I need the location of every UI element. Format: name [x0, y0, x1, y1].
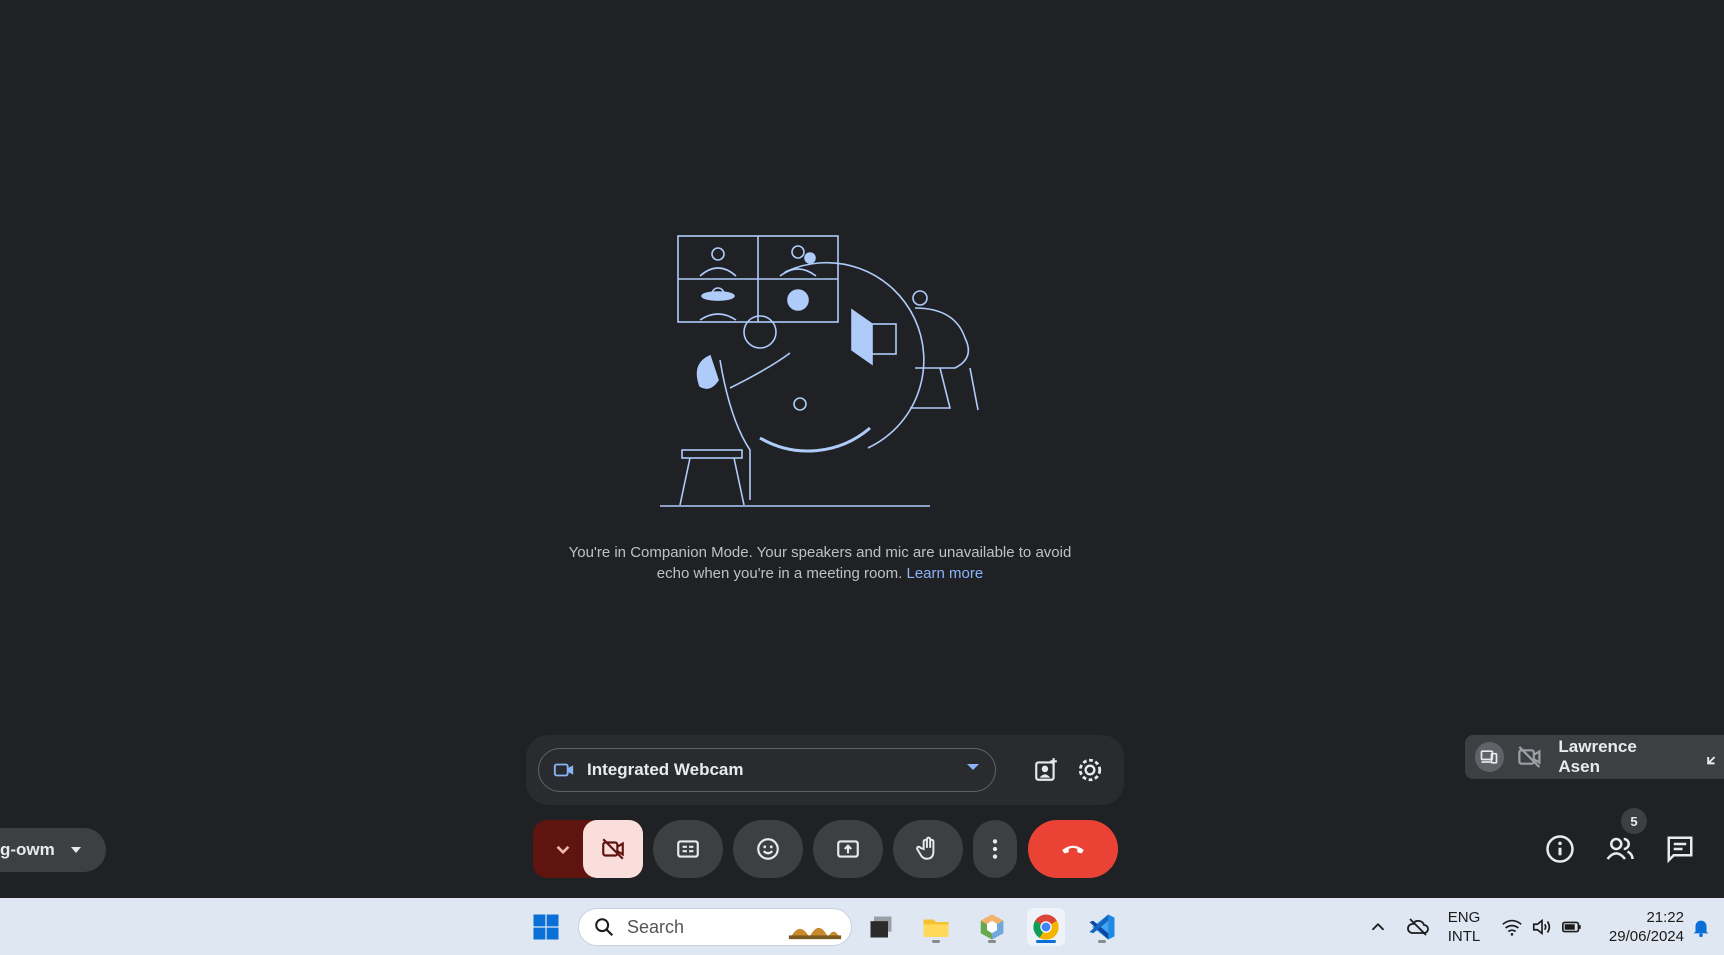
chevron-up-icon[interactable] [1367, 916, 1389, 938]
vscode-icon [1089, 914, 1115, 940]
companion-device-icon [1475, 742, 1504, 772]
reactions-button[interactable] [733, 820, 803, 878]
people-icon[interactable] [1605, 834, 1635, 864]
language-code: ENG [1447, 909, 1481, 926]
more-options-button[interactable] [973, 820, 1017, 878]
self-participant-tile: Lawrence Asen [1465, 735, 1724, 779]
windows-logo-icon [533, 914, 559, 940]
taskbar-task-view[interactable] [862, 908, 900, 946]
wifi-icon[interactable] [1501, 916, 1523, 938]
meeting-code-text: g-owm [0, 840, 55, 859]
emoji-icon [757, 838, 779, 860]
companion-mode-illustration [660, 235, 979, 507]
start-button[interactable] [527, 908, 565, 946]
input-language[interactable]: ENG INTL [1444, 908, 1484, 946]
meeting-info-icon[interactable] [1545, 834, 1575, 864]
hang-up-icon [1062, 845, 1084, 854]
chrome-icon [1033, 914, 1059, 940]
clock-date: 29/06/2024 [1608, 928, 1684, 945]
task-view-icon [870, 916, 892, 938]
caret-down-icon [70, 847, 81, 853]
chevron-down-icon [556, 845, 570, 855]
cloud-offline-icon[interactable] [1406, 915, 1430, 939]
people-count-badge: 5 [1621, 808, 1647, 834]
battery-icon[interactable] [1561, 916, 1583, 938]
search-icon [595, 918, 614, 937]
notification-bell-icon[interactable] [1690, 916, 1712, 938]
keyboard-layout: INTL [1447, 928, 1481, 945]
captions-button[interactable] [653, 820, 723, 878]
camera-toggle-button[interactable] [583, 820, 643, 878]
learn-more-link[interactable]: Learn more [906, 565, 983, 582]
taskbar-search[interactable]: Search [578, 908, 852, 946]
video-camera-icon [553, 763, 574, 777]
search-highlight-icon [788, 927, 842, 940]
camera-select-label: Integrated Webcam [587, 760, 744, 779]
chat-icon[interactable] [1665, 834, 1695, 864]
windows-taskbar: Search ENG INTL 21:22 29/06/2024 [0, 898, 1724, 955]
taskbar-vscode[interactable] [1083, 908, 1121, 946]
volume-icon[interactable] [1531, 916, 1553, 938]
companion-mode-message: You're in Companion Mode. Your speakers … [560, 542, 1080, 584]
clock[interactable]: 21:22 29/06/2024 [1594, 908, 1684, 946]
hand-icon [916, 836, 935, 860]
camera-off-icon [1517, 746, 1541, 768]
present-screen-button[interactable] [813, 820, 883, 878]
folder-icon [923, 919, 949, 937]
active-indicator [1036, 940, 1056, 943]
taskbar-app-cube[interactable] [973, 908, 1011, 946]
camera-off-icon [602, 838, 624, 860]
search-placeholder: Search [627, 916, 685, 937]
running-indicator [1098, 940, 1106, 943]
taskbar-file-explorer[interactable] [917, 908, 955, 946]
clock-time: 21:22 [1646, 909, 1684, 926]
taskbar-chrome[interactable] [1027, 908, 1065, 946]
raise-hand-button[interactable] [893, 820, 963, 878]
present-screen-icon [837, 840, 859, 858]
more-vertical-icon [992, 839, 998, 859]
closed-captions-icon [677, 840, 699, 858]
chevron-down-icon[interactable] [967, 764, 979, 770]
collapse-icon[interactable] [1705, 747, 1724, 767]
meeting-stage: You're in Companion Mode. Your speakers … [0, 0, 1724, 898]
companion-message-text: You're in Companion Mode. Your speakers … [568, 544, 1072, 582]
visual-effects-icon[interactable] [1033, 757, 1059, 783]
running-indicator [932, 940, 940, 943]
running-indicator [988, 940, 996, 943]
gear-icon[interactable] [1077, 757, 1103, 783]
camera-select[interactable]: Integrated Webcam [538, 748, 996, 792]
cube-app-icon [980, 914, 1004, 940]
leave-call-button[interactable] [1028, 820, 1118, 878]
camera-settings-bar: Integrated Webcam [526, 735, 1124, 805]
meeting-code-chip[interactable]: g-owm [0, 828, 106, 872]
self-name: Lawrence Asen [1558, 737, 1637, 776]
